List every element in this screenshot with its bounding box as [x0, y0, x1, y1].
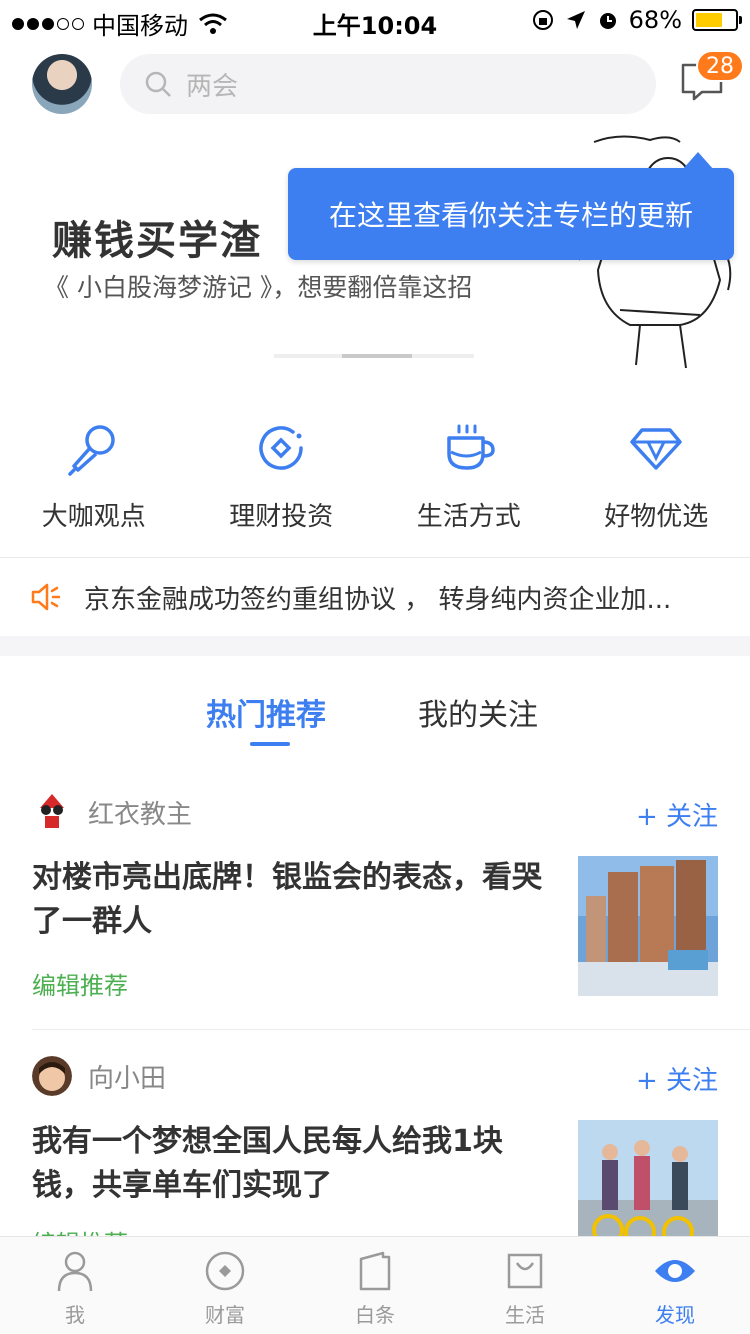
tab-label: 生活 [505, 1303, 545, 1327]
tab-wealth[interactable]: 财富 [150, 1237, 300, 1334]
author-avatar [32, 1056, 72, 1096]
article-headline[interactable]: 我有一个梦想全国人民每人给我1块钱，共享单车们实现了 [32, 1120, 542, 1208]
author[interactable]: 向小田 [32, 1056, 166, 1096]
feed-card[interactable]: 红衣教主 + 关注 对楼市亮出底牌！银监会的表态，看哭了一群人 编辑推荐 [0, 780, 750, 1030]
follow-button[interactable]: + 关注 [636, 796, 718, 833]
author-avatar [32, 792, 72, 832]
eye-icon [655, 1260, 695, 1282]
section-gap [0, 636, 750, 656]
quick-link-finance[interactable]: 理财投资 [188, 410, 376, 550]
banner-subtitle: 《 小白股海梦游记 》，想要翻倍靠这招 [44, 273, 473, 302]
alarm-icon [599, 13, 616, 29]
feed-card[interactable]: 向小田 + 关注 我有一个梦想全国人民每人给我1块钱，共享单车们实现了 编辑推荐 [0, 1044, 750, 1260]
note-icon [359, 1251, 391, 1291]
speaker-icon [31, 583, 61, 611]
banner-title: 赚钱买学渣 [52, 218, 262, 264]
coffee-cup-icon [447, 424, 495, 470]
tab-discover[interactable]: 发现 [600, 1237, 750, 1334]
tab-label: 财富 [205, 1303, 245, 1327]
microphone-icon [68, 425, 115, 476]
tooltip-text: 在这里查看你关注专栏的更新 [328, 199, 693, 232]
carousel-pager [274, 354, 474, 358]
location-icon [566, 11, 585, 29]
tab-label: 我 [65, 1303, 85, 1327]
rotation-lock-icon [532, 10, 553, 30]
bottom-tab-bar: 我 财富 白条 生活 发现 [0, 1236, 750, 1334]
status-bar: 中国移动 上午10:04 68% [0, 0, 750, 40]
quick-link-lifestyle[interactable]: 生活方式 [375, 410, 563, 550]
person-icon [57, 1251, 93, 1292]
card-separator [32, 1029, 750, 1030]
tab-following[interactable]: 我的关注 [418, 690, 538, 734]
quick-link-label: 生活方式 [416, 502, 521, 532]
author-name: 红衣教主 [88, 799, 193, 830]
search-icon [145, 71, 171, 97]
article-tag: 编辑推荐 [32, 972, 128, 1000]
search-placeholder: 两会 [186, 71, 239, 102]
tab-hot[interactable]: 热门推荐 [206, 690, 326, 734]
tab-life[interactable]: 生活 [450, 1237, 600, 1334]
tab-label: 发现 [655, 1303, 695, 1327]
quick-link-goods[interactable]: 好物优选 [563, 410, 750, 550]
wealth-icon [205, 1251, 245, 1291]
diamond-icon [630, 428, 682, 470]
shopping-bag-icon [507, 1253, 543, 1289]
feed-tabs: 热门推荐 我的关注 [0, 680, 750, 750]
quick-links: 大咖观点 理财投资 生活方式 好物优选 [0, 410, 750, 550]
article-thumbnail[interactable] [578, 856, 718, 996]
quick-link-label: 大咖观点 [41, 502, 146, 532]
battery-percent: 68% [628, 6, 682, 34]
news-ticker[interactable]: 京东金融成功签约重组协议 ， 转身纯内资企业加... [0, 558, 750, 636]
author-name: 向小田 [88, 1063, 167, 1094]
author[interactable]: 红衣教主 [32, 792, 192, 832]
ticker-text: 京东金融成功签约重组协议 ， 转身纯内资企业加... [84, 584, 672, 615]
quick-link-label: 好物优选 [604, 502, 709, 532]
tab-baitiao[interactable]: 白条 [300, 1237, 450, 1334]
carousel-pager-current [342, 354, 412, 358]
tab-me[interactable]: 我 [0, 1237, 150, 1334]
article-headline[interactable]: 对楼市亮出底牌！银监会的表态，看哭了一群人 [32, 856, 542, 944]
header: 两会 28 [0, 40, 750, 130]
message-badge: 28 [696, 50, 744, 82]
search-bar[interactable]: 两会 [120, 54, 656, 114]
user-avatar[interactable] [32, 54, 92, 114]
follow-button[interactable]: + 关注 [636, 1060, 718, 1097]
battery-icon [692, 9, 742, 31]
quick-link-label: 理财投资 [229, 502, 334, 532]
quick-link-experts[interactable]: 大咖观点 [0, 410, 188, 550]
follow-tooltip[interactable]: 在这里查看你关注专栏的更新 [288, 152, 734, 260]
tab-label: 白条 [355, 1303, 395, 1327]
coin-icon [259, 426, 303, 470]
tab-indicator [250, 742, 290, 746]
